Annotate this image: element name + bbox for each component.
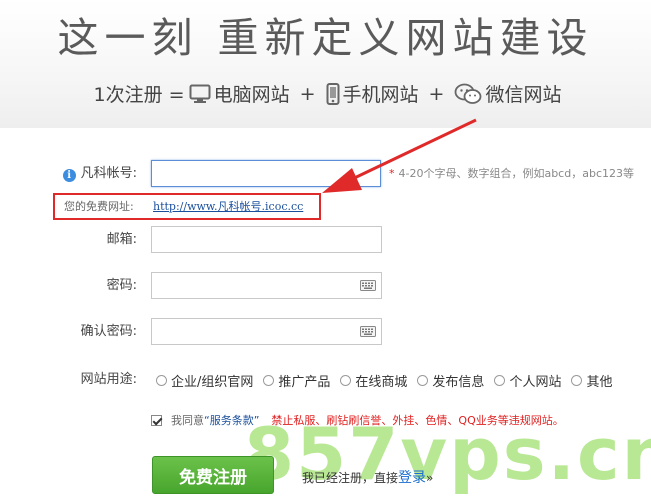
terms-link[interactable]: “服务条款” <box>204 412 259 428</box>
radio-button[interactable] <box>417 374 429 386</box>
agreement-checkbox[interactable] <box>151 414 162 426</box>
login-link[interactable]: 登录 <box>398 470 426 486</box>
purpose-radio-option[interactable]: 个人网站 <box>494 371 561 390</box>
radio-button[interactable] <box>156 374 167 386</box>
confirm-password-input[interactable] <box>151 318 382 345</box>
radio-button[interactable] <box>340 374 352 386</box>
purpose-radio-option[interactable]: 其他 <box>571 371 612 390</box>
agreement-prefix: 我同意 <box>171 414 204 427</box>
login-arrow: » <box>426 471 434 485</box>
keyboard-icon[interactable] <box>360 326 376 337</box>
register-button[interactable]: 免费注册 <box>152 456 274 494</box>
email-input[interactable] <box>151 226 382 253</box>
purpose-radio-option[interactable]: 推广产品 <box>263 371 330 390</box>
login-line: 我已经注册，直接登录» <box>302 470 434 486</box>
password-label: 密码: <box>106 278 137 293</box>
password-row: 密码: <box>0 272 651 300</box>
keyboard-icon[interactable] <box>360 280 376 291</box>
purpose-radio-group: 企业/组织官网 推广产品 在线商城 发布信息 个人网站 其他 <box>156 366 612 394</box>
email-row: 邮箱: <box>0 226 651 254</box>
confirm-password-label: 确认密码: <box>80 324 137 339</box>
purpose-label: 网站用途: <box>80 372 137 387</box>
purpose-radio-option[interactable]: 在线商城 <box>340 371 407 390</box>
password-input[interactable] <box>151 272 382 299</box>
radio-button[interactable] <box>571 374 583 386</box>
purpose-row: 网站用途: 企业/组织官网 推广产品 在线商城 发布信息 个人网站 其他 <box>0 366 651 394</box>
purpose-radio-option[interactable]: 发布信息 <box>417 371 484 390</box>
purpose-radio-option[interactable]: 企业/组织官网 <box>156 371 253 390</box>
email-label: 邮箱: <box>106 232 137 247</box>
agreement-row: 我同意 “服务条款” 禁止私服、刷钻刷信誉、外挂、色情、QQ业务等违规网站。 <box>151 410 564 430</box>
confirm-password-row: 确认密码: <box>0 318 651 346</box>
agreement-warning: 禁止私服、刷钻刷信誉、外挂、色情、QQ业务等违规网站。 <box>271 414 564 427</box>
radio-button[interactable] <box>494 374 506 386</box>
radio-button[interactable] <box>263 374 275 386</box>
